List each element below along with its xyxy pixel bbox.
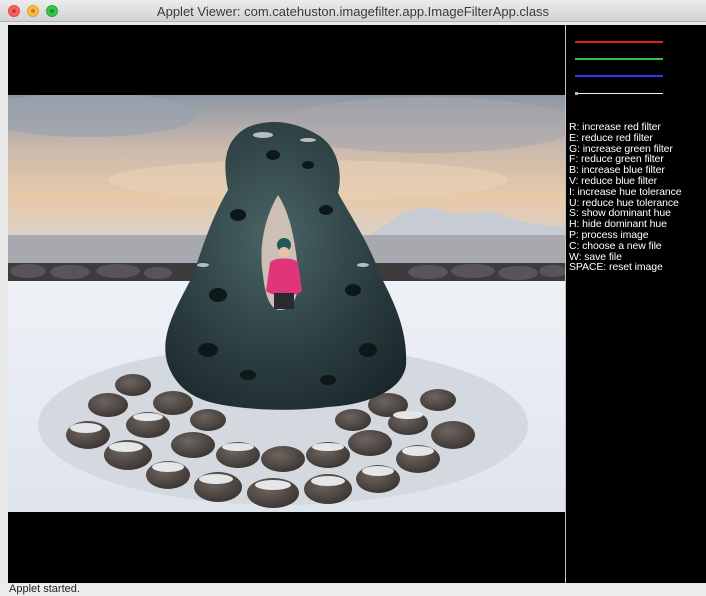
shortcut-text: E: reduce red filter bbox=[569, 131, 653, 144]
red-filter-line bbox=[575, 41, 663, 43]
status-bar: Applet started. bbox=[0, 583, 706, 596]
window-title-bar: Applet Viewer: com.catehuston.imagefilte… bbox=[0, 0, 706, 22]
hue-tolerance-line bbox=[575, 93, 663, 94]
shortcut-text: I: increase hue tolerance bbox=[569, 185, 682, 198]
status-text: Applet started. bbox=[9, 583, 80, 595]
filter-panel: R: increase red filter E: reduce red fil… bbox=[565, 25, 706, 583]
green-filter-line bbox=[575, 58, 663, 60]
blue-filter-line bbox=[575, 75, 663, 77]
window-title: Applet Viewer: com.catehuston.imagefilte… bbox=[156, 4, 550, 19]
keyboard-shortcut-list: R: increase red filter E: reduce red fil… bbox=[569, 122, 682, 273]
shortcut-text: SPACE: reset image bbox=[569, 261, 663, 274]
hue-marker bbox=[575, 92, 578, 95]
applet-canvas[interactable] bbox=[8, 25, 565, 583]
shortcut-text: C: choose a new file bbox=[569, 239, 662, 252]
sculpture-photo bbox=[8, 95, 565, 512]
